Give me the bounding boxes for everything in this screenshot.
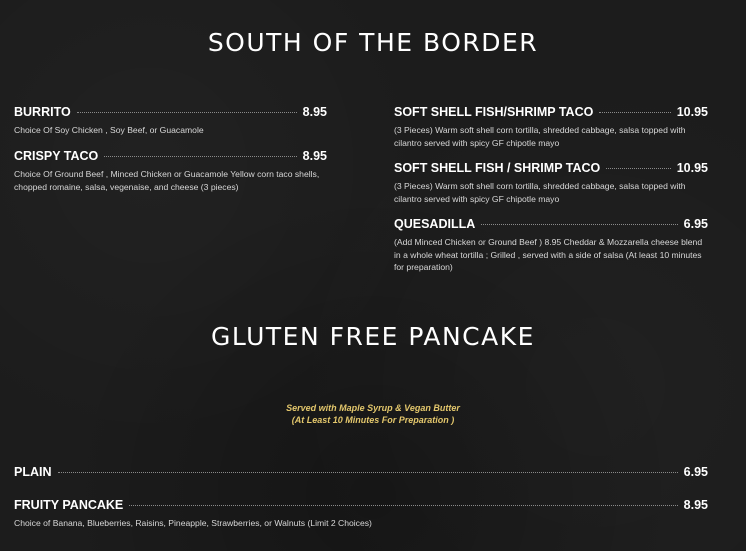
- menu-item-quesadilla: QUESADILLA 6.95 (Add Minced Chicken or G…: [394, 217, 708, 274]
- section-title-gluten-free-pancake: GLUTEN FREE PANCAKE: [211, 322, 535, 351]
- item-name: SOFT SHELL FISH/SHRIMP TACO: [394, 105, 594, 119]
- item-name: FRUITY PANCAKE: [14, 498, 124, 512]
- dotted-leader: [599, 112, 671, 113]
- item-price: 6.95: [683, 465, 708, 479]
- menu-item-fruity-pancake: FRUITY PANCAKE 8.95 Choice of Banana, Bl…: [14, 498, 708, 530]
- dotted-leader: [57, 472, 678, 473]
- item-price: 10.95: [676, 161, 708, 175]
- item-name: PLAIN: [14, 465, 52, 479]
- dotted-leader: [481, 224, 678, 225]
- item-name: CRISPY TACO: [14, 149, 99, 163]
- menu-item-crispy-taco: CRISPY TACO 8.95 Choice Of Ground Beef ,…: [14, 149, 327, 193]
- item-name: QUESADILLA: [394, 217, 476, 231]
- subtitle-line: (At Least 10 Minutes For Preparation ): [291, 415, 455, 425]
- item-description: (Add Minced Chicken or Ground Beef ) 8.9…: [394, 237, 703, 272]
- item-price: 10.95: [676, 105, 708, 119]
- item-description: Choice of Banana, Blueberries, Raisins, …: [14, 518, 372, 528]
- item-price: 8.95: [302, 149, 327, 163]
- menu-item-soft-shell-fish-shrimp-taco: SOFT SHELL FISH/SHRIMP TACO 10.95 (3 Pie…: [394, 105, 708, 149]
- menu-item-plain: PLAIN 6.95: [14, 465, 708, 479]
- subtitle-line: Served with Maple Syrup & Vegan Butter: [286, 403, 460, 413]
- section-title-south-of-the-border: SOUTH OF THE BORDER: [207, 28, 539, 57]
- menu-item-burrito: BURRITO 8.95 Choice Of Soy Chicken , Soy…: [14, 105, 327, 137]
- item-description: (3 Pieces) Warm soft shell corn tortilla…: [394, 125, 686, 148]
- item-description: (3 Pieces) Warm soft shell corn tortilla…: [394, 181, 686, 204]
- item-name: BURRITO: [14, 105, 71, 119]
- item-price: 8.95: [302, 105, 327, 119]
- section-subtitle: Served with Maple Syrup & Vegan Butter (…: [0, 402, 746, 426]
- item-name: SOFT SHELL FISH / SHRIMP TACO: [394, 161, 601, 175]
- dotted-leader: [129, 505, 678, 506]
- item-price: 6.95: [683, 217, 708, 231]
- item-description: Choice Of Soy Chicken , Soy Beef, or Gua…: [14, 125, 204, 135]
- item-description: Choice Of Ground Beef , Minced Chicken o…: [14, 169, 320, 192]
- dotted-leader: [76, 112, 297, 113]
- dotted-leader: [104, 156, 297, 157]
- menu-item-soft-shell-fish-shrimp-taco-2: SOFT SHELL FISH / SHRIMP TACO 10.95 (3 P…: [394, 161, 708, 205]
- dotted-leader: [606, 168, 671, 169]
- item-price: 8.95: [683, 498, 708, 512]
